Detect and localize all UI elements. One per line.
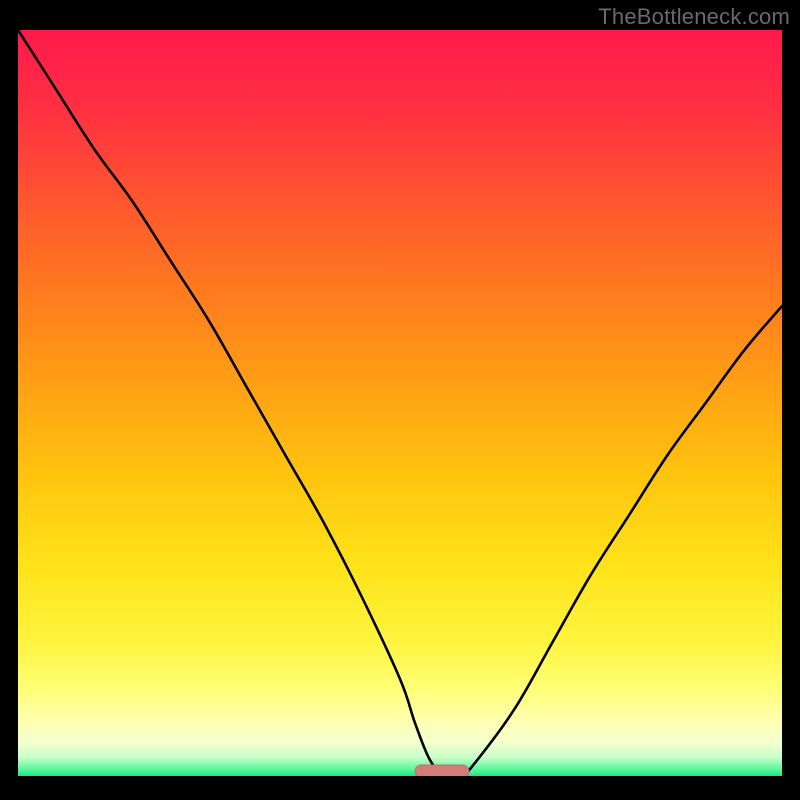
- optimal-range-marker: [415, 765, 468, 776]
- plot-area: [18, 30, 782, 776]
- bottleneck-chart: [18, 30, 782, 776]
- gradient-background: [18, 30, 782, 776]
- watermark-text: TheBottleneck.com: [598, 4, 790, 30]
- chart-frame: TheBottleneck.com: [0, 0, 800, 800]
